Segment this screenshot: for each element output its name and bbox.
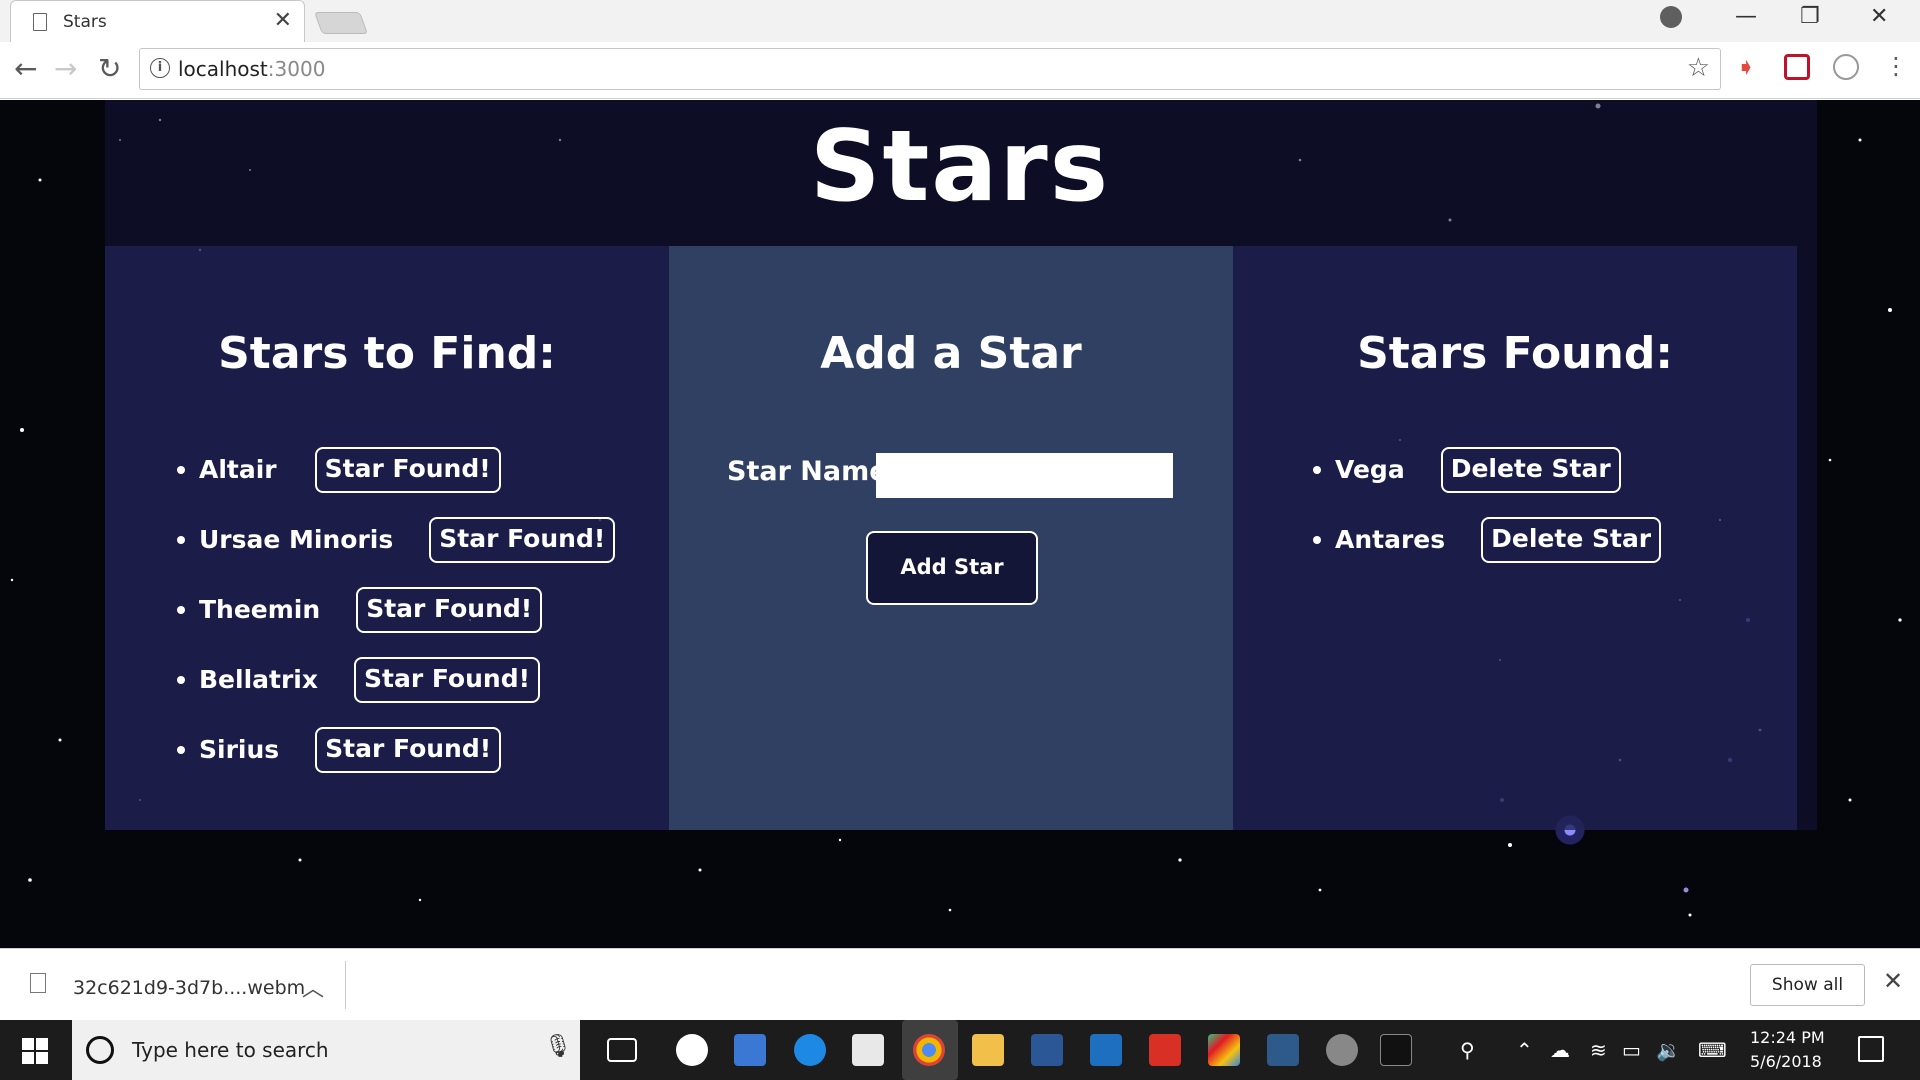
window-close-button[interactable]: ✕ xyxy=(1870,4,1888,29)
star-name: Ursae Minoris xyxy=(199,525,394,554)
taskbar-search[interactable]: Type here to search 🎙 xyxy=(72,1020,580,1080)
new-tab-button[interactable] xyxy=(313,12,369,34)
wifi-icon[interactable]: ≋ xyxy=(1590,1038,1607,1062)
word-icon[interactable] xyxy=(1031,1034,1063,1066)
stars-found-list: Vega Delete Star Antares Delete Star xyxy=(1311,446,1662,586)
divider xyxy=(345,961,346,1009)
browser-app-icon[interactable] xyxy=(794,1034,826,1066)
mail-icon[interactable] xyxy=(852,1034,884,1066)
chrome-icon[interactable] xyxy=(913,1034,945,1066)
list-item: Altair Star Found! xyxy=(199,446,615,516)
page-title: Stars xyxy=(809,110,1111,224)
menu-dots-icon[interactable]: ⋮ xyxy=(1884,52,1908,80)
delete-star-button[interactable]: Delete Star xyxy=(1440,447,1621,493)
system-clock[interactable]: 12:24 PM 5/6/2018 xyxy=(1750,1026,1825,1074)
star-name-label: Star Name: xyxy=(727,456,899,487)
app-icon[interactable] xyxy=(676,1034,708,1066)
tab-strip: Stars ✕ — ❐ ✕ xyxy=(0,0,1920,42)
back-arrow-icon[interactable]: ← xyxy=(14,52,37,85)
stars-to-find-list: Altair Star Found! Ursae Minoris Star Foun… xyxy=(175,446,616,796)
onedrive-icon[interactable]: ☁ xyxy=(1550,1038,1570,1062)
vscode-icon[interactable] xyxy=(1090,1034,1122,1066)
store-icon[interactable] xyxy=(734,1034,766,1066)
show-all-button[interactable]: Show all xyxy=(1750,964,1865,1006)
list-item: Sirius Star Found! xyxy=(199,726,615,796)
reload-icon[interactable]: ↻ xyxy=(98,52,121,85)
tab-close-button[interactable]: ✕ xyxy=(274,8,292,33)
app-icon[interactable] xyxy=(1208,1034,1240,1066)
stars-found-heading: Stars Found: xyxy=(1357,328,1673,379)
browser-toolbar: ← → ↻ i localhost:3000 ☆ ➧ ⋮ xyxy=(0,42,1920,99)
extension-icon[interactable] xyxy=(1833,54,1859,80)
delete-star-button[interactable]: Delete Star xyxy=(1481,517,1662,563)
download-shelf-close-button[interactable]: ✕ xyxy=(1883,967,1903,995)
keyboard-icon[interactable]: ⌨ xyxy=(1698,1038,1727,1062)
notifications-icon[interactable] xyxy=(1858,1036,1884,1062)
stars-to-find-heading: Stars to Find: xyxy=(218,328,556,379)
star-name-input[interactable] xyxy=(876,453,1173,498)
github-icon[interactable] xyxy=(1326,1034,1358,1066)
star-found-button[interactable]: Star Found! xyxy=(354,657,540,703)
add-star-button[interactable]: Add Star xyxy=(866,531,1038,605)
info-icon[interactable]: i xyxy=(150,58,170,78)
clock-time: 12:24 PM xyxy=(1750,1028,1825,1047)
cortana-icon xyxy=(86,1036,114,1064)
account-icon[interactable] xyxy=(1660,6,1682,28)
tab-title: Stars xyxy=(63,12,107,32)
list-item: Bellatrix Star Found! xyxy=(199,656,615,726)
download-shelf: 32c621d9-3d7b....webm ︿ Show all ✕ xyxy=(0,948,1920,1020)
star-found-button[interactable]: Star Found! xyxy=(314,447,501,493)
page-viewport: Stars Stars to Find: Altair Star Found! U… xyxy=(0,100,1920,948)
volume-icon[interactable]: 🔉 xyxy=(1656,1038,1681,1062)
download-file-name[interactable]: 32c621d9-3d7b....webm xyxy=(73,977,305,999)
star-name: Bellatrix xyxy=(199,665,318,694)
pocket-extension-icon[interactable] xyxy=(1784,54,1810,80)
people-icon[interactable]: ⚲ xyxy=(1460,1038,1475,1062)
taskbar: Type here to search 🎙 ⚲ ⌃ ☁ ≋ ▭ 🔉 ⌨ 12:2… xyxy=(0,1020,1920,1080)
task-view-icon[interactable] xyxy=(607,1038,637,1062)
clock-date: 5/6/2018 xyxy=(1750,1052,1822,1071)
url-text[interactable]: localhost:3000 xyxy=(178,57,325,81)
star-name: Altair xyxy=(199,455,277,484)
search-placeholder: Type here to search xyxy=(132,1038,329,1062)
address-bar[interactable]: i localhost:3000 ☆ xyxy=(139,48,1721,90)
minimize-button[interactable]: — xyxy=(1735,4,1757,29)
terminal-icon[interactable] xyxy=(1380,1034,1412,1066)
tab-stars[interactable]: Stars ✕ xyxy=(10,0,305,42)
star-name: Antares xyxy=(1335,525,1446,554)
windows-start-icon[interactable] xyxy=(22,1038,48,1064)
list-item: Vega Delete Star xyxy=(1335,446,1661,516)
file-explorer-icon[interactable] xyxy=(972,1034,1004,1066)
add-star-panel: Add a Star Star Name: Add Star xyxy=(669,246,1233,830)
forward-arrow-icon[interactable]: → xyxy=(54,52,77,85)
stars-found-panel: Stars Found: Vega Delete Star Antares Dele… xyxy=(1233,246,1797,830)
cast-extension-icon[interactable]: ➧ xyxy=(1736,54,1762,80)
star-name: Sirius xyxy=(199,735,280,764)
file-icon xyxy=(30,973,46,993)
list-item: Theemin Star Found! xyxy=(199,586,615,656)
gmail-icon[interactable] xyxy=(1149,1034,1181,1066)
star-found-button[interactable]: Star Found! xyxy=(315,727,502,773)
battery-icon[interactable]: ▭ xyxy=(1622,1038,1641,1062)
bookmark-star-icon[interactable]: ☆ xyxy=(1687,53,1710,83)
star-found-button[interactable]: Star Found! xyxy=(429,517,616,563)
document-icon xyxy=(33,13,47,31)
add-star-heading: Add a Star xyxy=(820,328,1082,379)
chevron-up-icon[interactable]: ︿ xyxy=(302,971,324,1003)
microphone-icon[interactable]: 🎙 xyxy=(544,1034,572,1059)
list-item: Ursae Minoris Star Found! xyxy=(199,516,616,586)
restore-button[interactable]: ❐ xyxy=(1800,4,1820,29)
star-name: Vega xyxy=(1335,455,1405,484)
star-name: Theemin xyxy=(199,595,321,624)
mysql-workbench-icon[interactable] xyxy=(1267,1034,1299,1066)
stars-to-find-panel: Stars to Find: Altair Star Found! Ursae M… xyxy=(105,246,669,830)
list-item: Antares Delete Star xyxy=(1335,516,1662,586)
star-found-button[interactable]: Star Found! xyxy=(356,587,543,633)
chevron-up-icon[interactable]: ⌃ xyxy=(1516,1038,1533,1062)
